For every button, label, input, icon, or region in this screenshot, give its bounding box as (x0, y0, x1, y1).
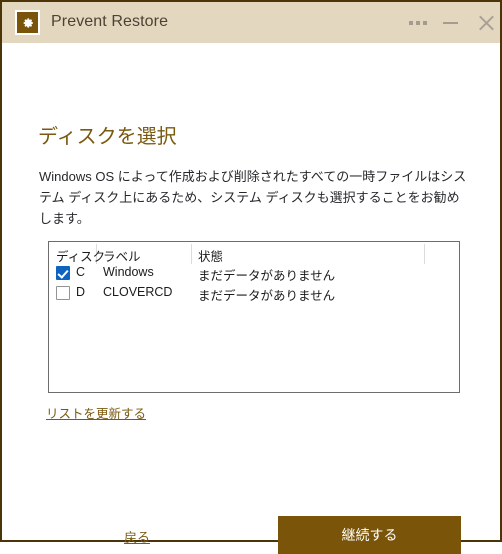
cell-disk: D (76, 285, 86, 299)
gear-icon (15, 10, 40, 35)
disk-checkbox-c[interactable] (56, 266, 70, 280)
back-link[interactable]: 戻る (124, 527, 150, 546)
checkbox-checked-icon (56, 266, 70, 280)
column-divider (191, 244, 192, 264)
table-header-row: ディスク ラベル 状態 (49, 242, 459, 264)
minimize-icon (442, 21, 458, 24)
refresh-list-link[interactable]: リストを更新する (46, 403, 146, 422)
main-content: ディスクを選択 Windows OS によって作成および削除されたすべての一時フ… (2, 43, 500, 554)
cell-state: まだデータがありません (198, 289, 336, 303)
cell-label: Windows (103, 265, 154, 279)
page-title: ディスクを選択 (38, 126, 177, 148)
table-row[interactable]: D CLOVERCD まだデータがありません (49, 284, 459, 304)
cell-disk: C (76, 265, 86, 279)
page-description: Windows OS によって作成および削除されたすべての一時ファイルはシステム… (39, 169, 467, 226)
ellipsis-icon (409, 20, 427, 25)
table-row[interactable]: C Windows まだデータがありません (49, 264, 459, 284)
close-icon (477, 14, 495, 32)
disk-checkbox-d[interactable] (56, 286, 70, 300)
title-bar: Prevent Restore (2, 2, 500, 43)
minimize-button[interactable] (430, 2, 470, 43)
continue-button[interactable]: 継続する (278, 516, 461, 554)
app-window: Prevent Restore ディスクを選択 Windows OS によって作… (0, 0, 502, 554)
window-title: Prevent Restore (51, 13, 169, 30)
checkbox-unchecked-icon (56, 286, 70, 300)
column-header-label: ラベル (103, 250, 141, 264)
disk-table: ディスク ラベル 状態 C Windows まだデータがありません D CLOV… (48, 241, 460, 393)
column-divider (424, 244, 425, 264)
cell-state: まだデータがありません (198, 269, 336, 283)
column-header-state: 状態 (198, 250, 224, 264)
close-button[interactable] (466, 2, 502, 43)
cell-label: CLOVERCD (103, 285, 173, 299)
column-header-disk: ディスク (56, 250, 106, 264)
